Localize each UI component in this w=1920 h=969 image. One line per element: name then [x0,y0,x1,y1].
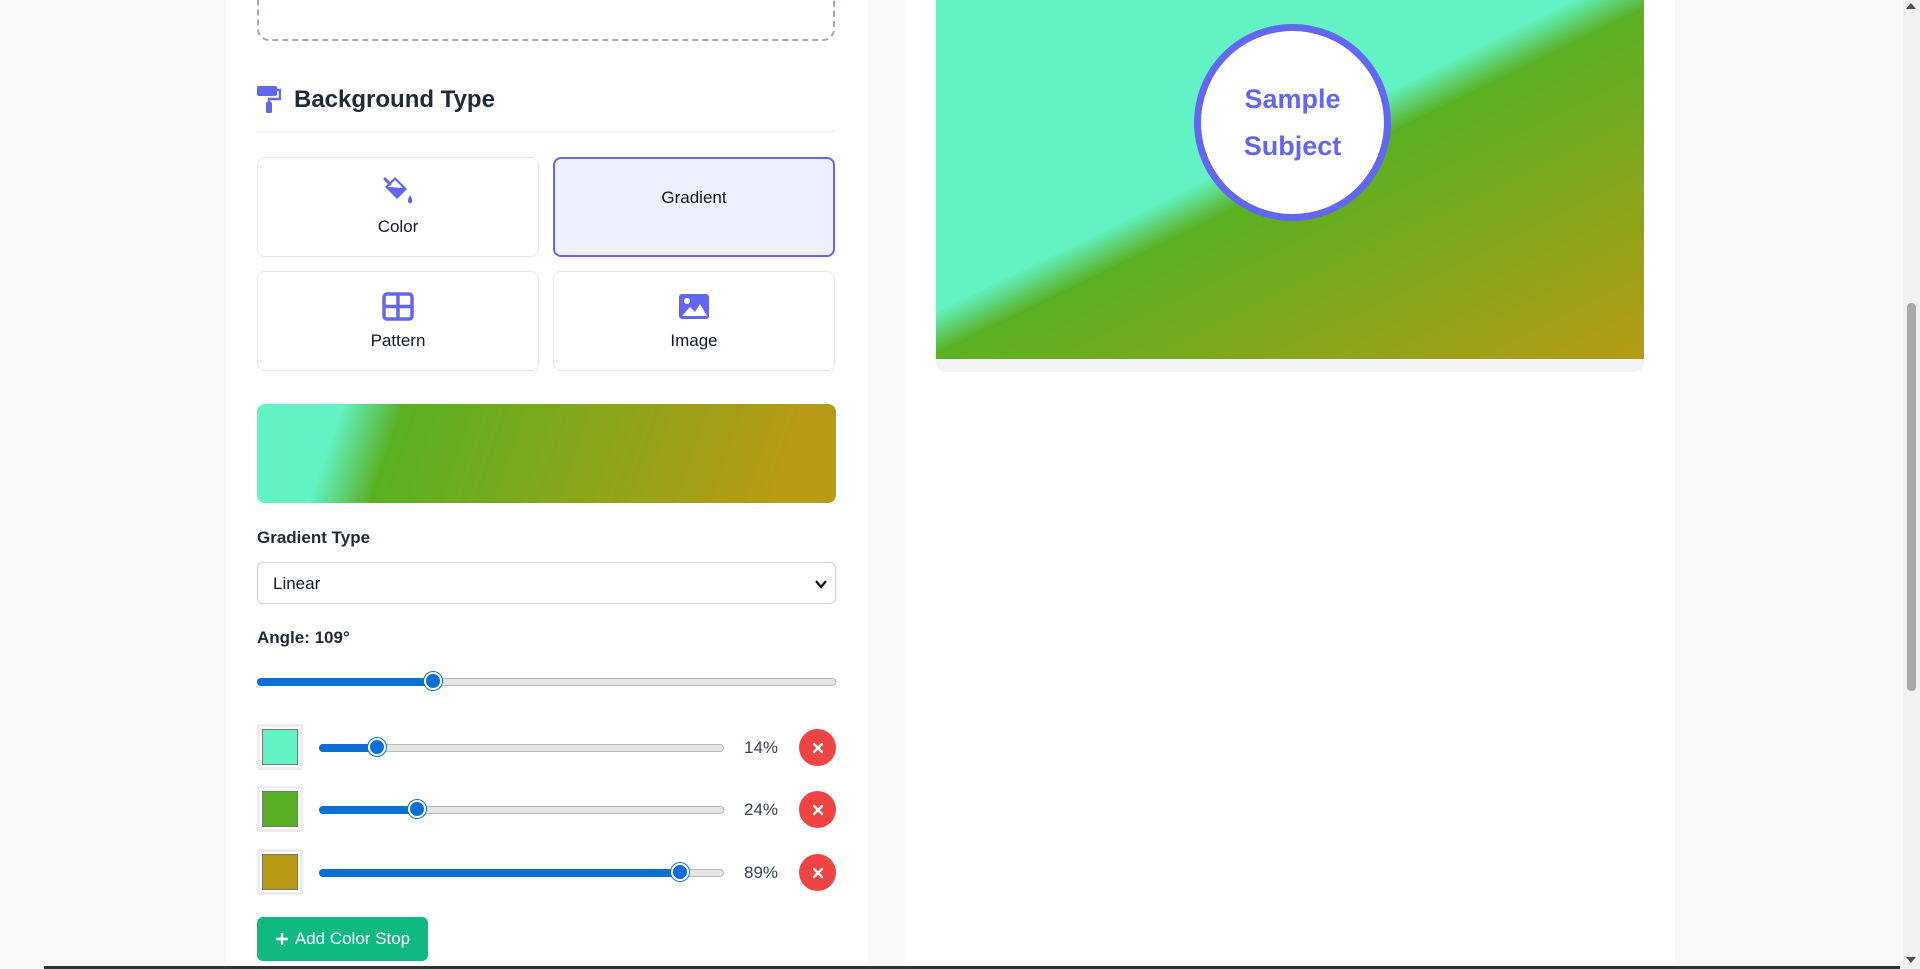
subject-line-2: Subject [1243,130,1342,161]
subject-line-1: Sample [1244,83,1341,114]
angle-slider-fill [257,678,433,686]
close-icon [812,742,823,753]
gradient-type-label: Gradient Type [257,528,371,547]
remove-stop-button[interactable] [799,791,836,828]
color-stop-percent: 24% [744,800,779,819]
close-icon [812,867,823,878]
slider-thumb[interactable] [671,863,690,881]
color-stop-position-slider[interactable] [319,800,724,818]
slider-thumb[interactable] [408,800,427,818]
angle-label: Angle: 109° [257,628,350,647]
section-title: Background Type [294,86,495,113]
chevron-down-icon [815,580,827,589]
card-label: Gradient [661,188,727,207]
preview-frame: Sample Subject [936,0,1644,372]
card-label: Color [377,217,419,236]
color-stop-swatch[interactable] [257,849,303,895]
color-stop-position-slider[interactable] [319,738,724,756]
settings-panel: Background Type Color Gradient Pattern I… [226,0,868,969]
angle-slider-thumb[interactable] [424,672,443,690]
page-scrollbar[interactable] [1903,0,1920,969]
preview-panel: Sample Subject [905,0,1675,969]
color-stop-row: 24% [257,786,836,832]
color-stop-percent: 89% [744,863,779,882]
paint-roller-icon [257,86,281,113]
card-label: Pattern [370,331,426,350]
bg-type-gradient-card[interactable]: Gradient [553,157,835,257]
image-icon [679,294,709,319]
plus-icon [275,933,288,945]
color-stop-swatch[interactable] [257,724,303,770]
upload-drop-zone[interactable] [257,0,835,41]
gradient-type-select[interactable]: Linear [257,562,836,604]
angle-slider[interactable] [257,672,836,690]
grid-icon [382,292,414,321]
gradient-type-value: Linear [273,574,321,593]
slider-thumb[interactable] [367,738,386,756]
background-type-header: Background Type [257,84,835,132]
add-color-stop-label: Add Color Stop [294,929,411,948]
add-color-stop-button[interactable]: Add Color Stop [257,917,428,961]
remove-stop-button[interactable] [799,729,836,766]
scrollbar-thumb[interactable] [1907,303,1916,691]
bg-type-image-card[interactable]: Image [553,271,835,371]
bg-type-color-card[interactable]: Color [257,157,539,257]
color-stop-row: 14% [257,724,836,770]
gradient-preview-strip [257,404,836,503]
close-icon [812,804,823,815]
color-stop-row: 89% [257,849,836,895]
color-stop-swatch[interactable] [257,786,303,832]
bg-type-pattern-card[interactable]: Pattern [257,271,539,371]
scroll-down-arrow-icon[interactable] [1906,957,1916,963]
preview-canvas: Sample Subject [936,0,1644,359]
paint-bucket-icon [383,177,413,204]
scroll-up-arrow-icon[interactable] [1906,3,1916,9]
sample-subject: Sample Subject [1194,24,1391,221]
remove-stop-button[interactable] [799,854,836,891]
color-stop-position-slider[interactable] [319,863,724,881]
card-label: Image [670,331,718,350]
color-stop-percent: 14% [744,738,779,757]
